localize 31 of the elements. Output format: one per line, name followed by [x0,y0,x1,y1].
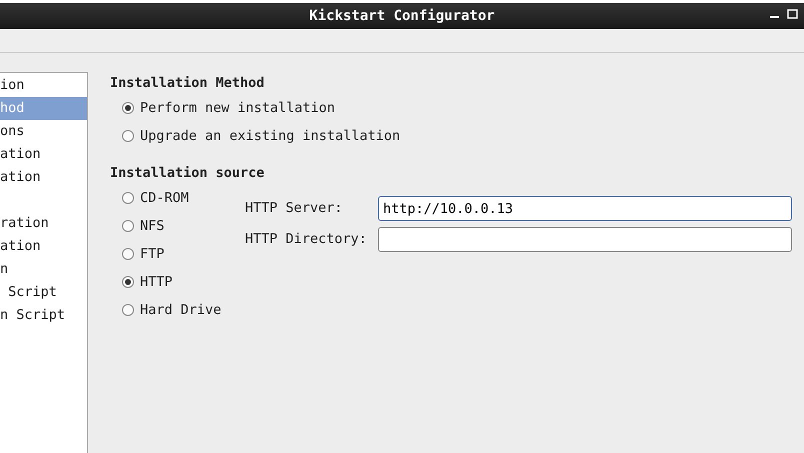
sidebar-item[interactable]: n Script [0,304,87,327]
radio-label[interactable]: Hard Drive [140,300,222,320]
window-title: Kickstart Configurator [309,6,495,26]
field-label: HTTP Directory: [245,230,368,250]
sidebar-item[interactable]: ation [0,235,87,258]
radio-button[interactable] [122,130,134,142]
sidebar-item[interactable]: ation [0,166,87,189]
maximize-icon[interactable] [787,9,798,19]
radio-label[interactable]: CD-ROM [140,188,189,208]
section-heading: Installation Method [110,74,266,93]
radio-button[interactable] [122,192,134,204]
sidebar-item[interactable]: Script [0,281,87,304]
sidebar-item[interactable]: ation [0,143,87,166]
field-label: HTTP Server: [245,199,344,218]
radio-label[interactable]: Upgrade an existing installation [140,126,400,146]
radio-button[interactable] [122,248,134,260]
radio-button[interactable] [122,220,134,232]
radio-label[interactable]: FTP [140,244,164,264]
sidebar-item[interactable]: n [0,258,87,281]
sidebar-item[interactable]: ion [0,74,87,97]
radio-button[interactable] [122,276,134,288]
radio-label[interactable]: Perform new installation [140,98,336,118]
radio-label[interactable]: HTTP [140,272,173,292]
input-field[interactable] [378,227,792,252]
section-heading: Installation source [110,164,266,183]
radio-button[interactable] [122,102,134,114]
radio-label[interactable]: NFS [140,216,164,236]
radio-button[interactable] [122,304,134,316]
input-field[interactable]: http://10.0.0.13 [378,196,792,221]
sidebar-item[interactable]: ration [0,212,87,235]
sidebar-item[interactable]: ons [0,120,87,143]
